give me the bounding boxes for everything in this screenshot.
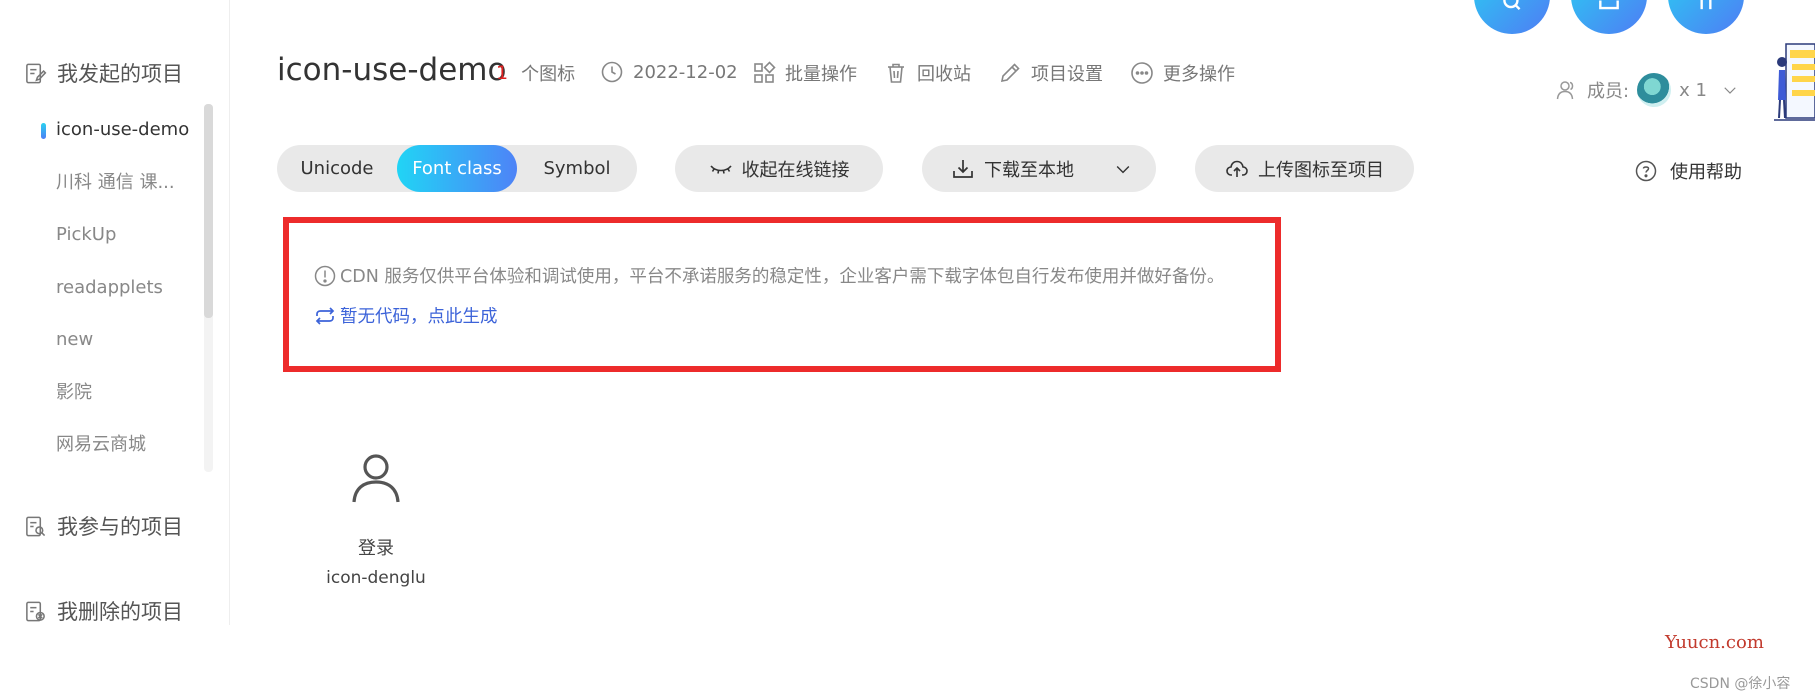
more-operations-button[interactable]: 更多操作 bbox=[1130, 60, 1235, 86]
icon-card[interactable]: 登录 icon-denglu bbox=[315, 450, 437, 588]
joined-projects-label: 我参与的项目 bbox=[57, 515, 183, 539]
members-icon bbox=[1556, 81, 1574, 100]
generate-code-label: 暂无代码，点此生成 bbox=[340, 307, 498, 327]
project-item[interactable]: 网易云商城 bbox=[40, 419, 205, 472]
icon-count-unit: 个图标 bbox=[521, 64, 576, 85]
cdn-notice-panel: CDN 服务仅供平台体验和调试使用，平台不承诺服务的稳定性，企业客户需下载字体包… bbox=[283, 217, 1281, 372]
page: 我发起的项目 icon-use-demo 川科 通信 课... PickUp r… bbox=[0, 0, 1815, 699]
my-projects-label: 我发起的项目 bbox=[57, 62, 183, 86]
deleted-projects-label: 我删除的项目 bbox=[57, 600, 183, 624]
members-count: x 1 bbox=[1679, 79, 1707, 101]
cloud-upload-icon bbox=[1226, 160, 1248, 177]
collapse-online-link-button[interactable]: 收起在线链接 bbox=[675, 145, 883, 192]
upload-icons-label: 上传图标至项目 bbox=[1258, 159, 1384, 181]
collapse-online-link-label: 收起在线链接 bbox=[741, 159, 850, 181]
more-icon bbox=[1131, 62, 1153, 84]
project-item[interactable]: readapplets bbox=[40, 262, 205, 315]
project-item-icon-use-demo[interactable]: icon-use-demo bbox=[40, 104, 205, 157]
mascot-illustration bbox=[1774, 43, 1815, 121]
info-icon bbox=[314, 265, 336, 286]
icon-count: 1 个图标 bbox=[496, 60, 575, 86]
code-type-tabs: Unicode Font class Symbol bbox=[277, 145, 637, 192]
members-label: 成员: bbox=[1587, 81, 1630, 102]
more-operations-label: 更多操作 bbox=[1163, 64, 1235, 85]
project-item[interactable]: 影院 bbox=[40, 367, 205, 420]
sidebar-scrollbar[interactable] bbox=[204, 104, 213, 472]
chevron-down-icon[interactable] bbox=[1113, 159, 1133, 179]
recycle-bin-button[interactable]: 回收站 bbox=[884, 60, 971, 86]
recycle-bin-label: 回收站 bbox=[917, 64, 971, 85]
created-date: 2022-12-02 bbox=[600, 60, 738, 84]
icon-name: 登录 bbox=[358, 538, 394, 559]
document-delete-icon bbox=[26, 601, 45, 621]
transfer-icon bbox=[1700, 0, 1712, 10]
site-watermark: Yuucn.com bbox=[1665, 632, 1764, 653]
project-settings-button[interactable]: 项目设置 bbox=[998, 60, 1103, 86]
sidebar: 我发起的项目 icon-use-demo 川科 通信 课... PickUp r… bbox=[0, 0, 230, 625]
project-list: icon-use-demo 川科 通信 课... PickUp readappl… bbox=[40, 104, 205, 472]
trash-icon bbox=[888, 63, 904, 83]
help-icon bbox=[1635, 160, 1657, 182]
scrollbar-thumb[interactable] bbox=[204, 104, 213, 318]
members[interactable]: 成员: x 1 bbox=[1555, 73, 1739, 107]
my-projects-header[interactable]: 我发起的项目 bbox=[24, 58, 183, 88]
search-button[interactable] bbox=[1474, 0, 1550, 34]
tab-font-class[interactable]: Font class bbox=[397, 145, 517, 192]
transfer-button[interactable] bbox=[1668, 0, 1744, 34]
deleted-projects-header[interactable]: 我删除的项目 bbox=[24, 596, 183, 626]
eye-closed-icon bbox=[709, 164, 732, 174]
tab-symbol[interactable]: Symbol bbox=[517, 145, 637, 192]
help-link[interactable]: 使用帮助 bbox=[1634, 158, 1742, 184]
cdn-warning: CDN 服务仅供平台体验和调试使用，平台不承诺服务的稳定性，企业客户需下载字体包… bbox=[313, 263, 1224, 288]
created-date-text: 2022-12-02 bbox=[633, 61, 738, 83]
project-item[interactable]: PickUp bbox=[40, 209, 205, 262]
clock-icon bbox=[601, 61, 623, 83]
grid-icon bbox=[754, 61, 776, 83]
project-title: icon-use-demo bbox=[277, 52, 507, 88]
help-label: 使用帮助 bbox=[1670, 162, 1742, 183]
icon-code: icon-denglu bbox=[326, 568, 426, 588]
avatar bbox=[1637, 73, 1672, 107]
joined-projects-header[interactable]: 我参与的项目 bbox=[24, 511, 183, 541]
download-icon bbox=[953, 159, 973, 178]
project-item[interactable]: 川科 通信 课... bbox=[40, 157, 205, 210]
generate-code-link[interactable]: 暂无代码，点此生成 bbox=[313, 303, 498, 328]
upload-icon bbox=[1599, 0, 1619, 10]
upload-icons-button[interactable]: 上传图标至项目 bbox=[1195, 145, 1414, 192]
project-settings-label: 项目设置 bbox=[1031, 64, 1103, 85]
chevron-down-icon bbox=[1724, 87, 1736, 94]
document-edit-icon bbox=[26, 63, 47, 83]
download-button[interactable]: 下载至本地 bbox=[922, 145, 1156, 192]
tab-unicode[interactable]: Unicode bbox=[277, 145, 397, 192]
pencil-icon bbox=[1000, 63, 1020, 83]
batch-operation-button[interactable]: 批量操作 bbox=[752, 60, 857, 86]
author-watermark: CSDN @徐小容 bbox=[1690, 676, 1791, 692]
icon-count-number: 1 bbox=[496, 62, 509, 84]
batch-operation-label: 批量操作 bbox=[785, 64, 857, 85]
search-icon bbox=[1503, 0, 1521, 11]
refresh-icon bbox=[315, 306, 335, 325]
upload-top-button[interactable] bbox=[1571, 0, 1647, 34]
cdn-warning-text: CDN 服务仅供平台体验和调试使用，平台不承诺服务的稳定性，企业客户需下载字体包… bbox=[340, 267, 1225, 287]
user-icon bbox=[352, 454, 400, 503]
document-search-icon bbox=[26, 516, 46, 536]
project-item[interactable]: new bbox=[40, 314, 205, 367]
download-label: 下载至本地 bbox=[984, 159, 1074, 181]
